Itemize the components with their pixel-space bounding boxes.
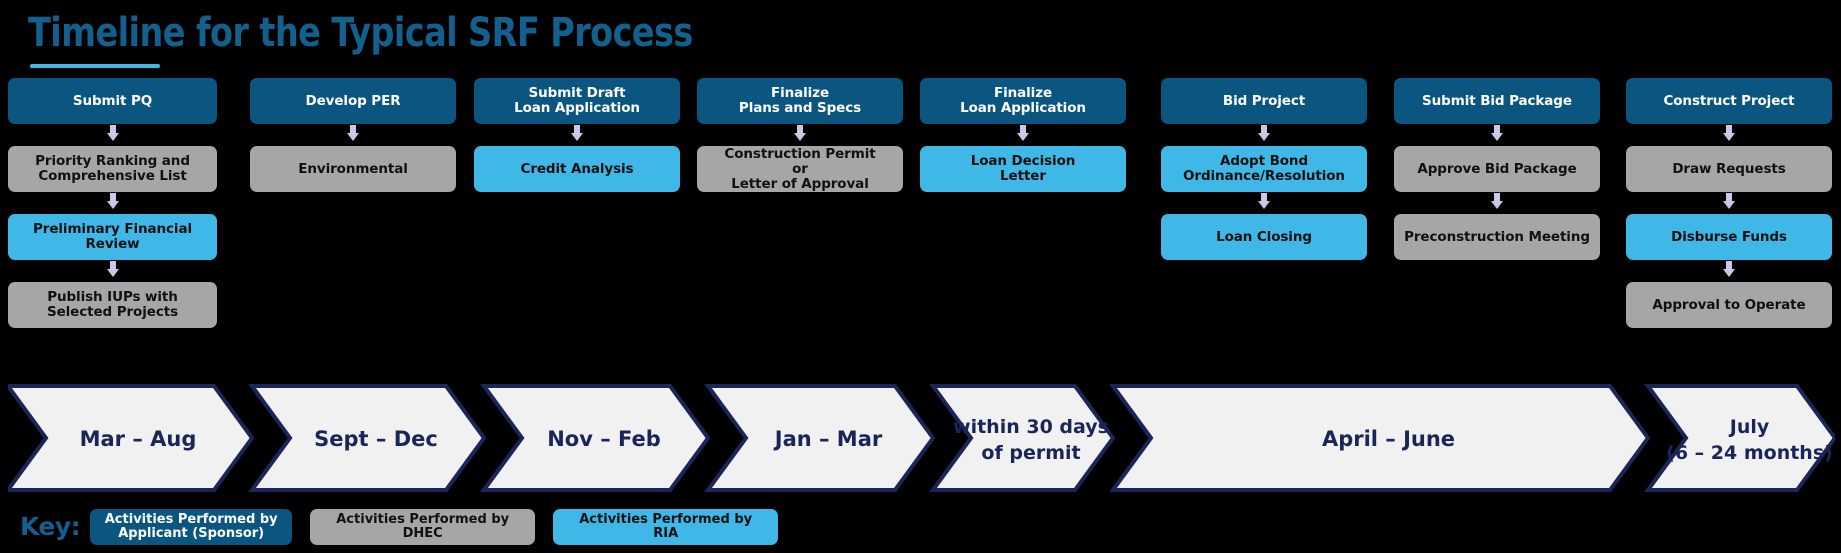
process-node-label: Loan Closing bbox=[1216, 228, 1312, 245]
process-node[interactable]: Credit Analysis bbox=[474, 146, 680, 192]
process-node[interactable]: Disburse Funds bbox=[1626, 214, 1832, 260]
process-node[interactable]: Preconstruction Meeting bbox=[1394, 214, 1600, 260]
process-node-label: Environmental bbox=[298, 160, 408, 177]
arrow-down-icon bbox=[250, 124, 456, 146]
key-chip-label: Activities Performed by DHEC bbox=[336, 511, 510, 541]
timeline-chevron-bar: Mar – Aug Sept – Dec Nov – Feb Jan – Mar wit… bbox=[8, 383, 1835, 493]
process-node-label: Preliminary Financial Review bbox=[33, 221, 192, 252]
key-label: Key: bbox=[20, 512, 81, 541]
flow-column: Submit Draft Loan Application Credit Analy… bbox=[474, 78, 680, 192]
process-node-label: Approve Bid Package bbox=[1417, 160, 1577, 177]
process-node-label: Preconstruction Meeting bbox=[1404, 228, 1590, 245]
timeline-segment[interactable] bbox=[929, 384, 1116, 492]
process-node[interactable]: Finalize Loan Application bbox=[920, 78, 1126, 124]
process-node[interactable]: Construct Project bbox=[1626, 78, 1832, 124]
process-node-label: Adopt Bond Ordinance/Resolution bbox=[1183, 153, 1345, 184]
key-chip-label: Activities Performed by Applicant (Sponso… bbox=[104, 511, 278, 541]
arrow-down-icon bbox=[1626, 124, 1832, 146]
timeline-segment-label: April – June bbox=[1322, 427, 1455, 451]
flow-column: Submit PQ Priority Ranking and Comprehens… bbox=[8, 78, 217, 328]
process-node[interactable]: Environmental bbox=[250, 146, 456, 192]
process-node-label: Bid Project bbox=[1222, 92, 1306, 109]
process-node-label: Priority Ranking and Comprehensive List bbox=[35, 153, 190, 184]
process-node[interactable]: Publish IUPs with Selected Projects bbox=[8, 282, 217, 328]
process-node-label: Submit Draft Loan Application bbox=[514, 85, 640, 116]
title-underline bbox=[30, 64, 160, 68]
timeline-segment[interactable] bbox=[1644, 384, 1835, 492]
srf-timeline-infographic: Timeline for the Typical SRF Process Sub… bbox=[0, 0, 1841, 553]
arrow-down-icon bbox=[697, 124, 903, 146]
arrow-down-icon bbox=[1394, 192, 1600, 214]
process-node-label: Construct Project bbox=[1663, 92, 1795, 109]
process-node[interactable]: Bid Project bbox=[1161, 78, 1367, 124]
process-node-label: Disburse Funds bbox=[1671, 228, 1787, 245]
process-node-label: Draw Requests bbox=[1672, 160, 1786, 177]
process-node-label: Submit PQ bbox=[72, 92, 153, 109]
flow-column: Bid Project Adopt Bond Ordinance/Resolutio… bbox=[1161, 78, 1367, 260]
process-node-label: Construction Permit or Letter of Approval bbox=[724, 145, 876, 192]
process-node[interactable]: Submit Bid Package bbox=[1394, 78, 1600, 124]
flow-column: Construct Project Draw Requests Disburse F… bbox=[1626, 78, 1832, 328]
flow-column: Submit Bid Package Approve Bid Package Pre… bbox=[1394, 78, 1600, 260]
process-node-label: Loan Decision Letter bbox=[970, 153, 1076, 184]
key-chip[interactable]: Activities Performed by Applicant (Sponso… bbox=[90, 509, 293, 545]
key-chip-label: Activities Performed by RIA bbox=[579, 511, 753, 541]
arrow-down-icon bbox=[920, 124, 1126, 146]
process-node[interactable]: Loan Decision Letter bbox=[920, 146, 1126, 192]
page-title: Timeline for the Typical SRF Process bbox=[28, 10, 693, 56]
process-node[interactable]: Draw Requests bbox=[1626, 146, 1832, 192]
process-node-label: Submit Bid Package bbox=[1422, 92, 1572, 109]
process-node-label: Develop PER bbox=[305, 92, 401, 109]
process-node[interactable]: Develop PER bbox=[250, 78, 456, 124]
process-node[interactable]: Construction Permit or Letter of Approval bbox=[697, 146, 903, 192]
flow-column: Finalize Plans and Specs Construction Perm… bbox=[697, 78, 903, 192]
process-node[interactable]: Approval to Operate bbox=[1626, 282, 1832, 328]
process-node-label: Credit Analysis bbox=[520, 160, 634, 177]
process-node[interactable]: Adopt Bond Ordinance/Resolution bbox=[1161, 146, 1367, 192]
process-node-label: Finalize Loan Application bbox=[960, 85, 1086, 116]
timeline-segment-label: Sept – Dec bbox=[314, 427, 438, 451]
flow-column: Develop PER Environmental bbox=[250, 78, 456, 192]
arrow-down-icon bbox=[1626, 192, 1832, 214]
timeline-segment-label: Mar – Aug bbox=[80, 427, 197, 451]
arrow-down-icon bbox=[1626, 260, 1832, 282]
arrow-down-icon bbox=[8, 124, 217, 146]
process-node-label: Approval to Operate bbox=[1652, 296, 1806, 313]
arrow-down-icon bbox=[1394, 124, 1600, 146]
flow-column: Finalize Loan Application Loan Decision Let… bbox=[920, 78, 1126, 192]
arrow-down-icon bbox=[8, 260, 217, 282]
process-node[interactable]: Priority Ranking and Comprehensive List bbox=[8, 146, 217, 192]
arrow-down-icon bbox=[1161, 124, 1367, 146]
process-flow: Submit PQ Priority Ranking and Comprehens… bbox=[0, 78, 1841, 368]
process-node[interactable]: Submit PQ bbox=[8, 78, 217, 124]
arrow-down-icon bbox=[8, 192, 217, 214]
key-chip[interactable]: Activities Performed by RIA bbox=[553, 509, 779, 545]
process-node[interactable]: Finalize Plans and Specs bbox=[697, 78, 903, 124]
key-chip[interactable]: Activities Performed by DHEC bbox=[310, 509, 536, 545]
arrow-down-icon bbox=[1161, 192, 1367, 214]
process-node[interactable]: Loan Closing bbox=[1161, 214, 1367, 260]
legend-key: Key: Activities Performed by Applicant (S… bbox=[20, 508, 796, 546]
arrow-down-icon bbox=[474, 124, 680, 146]
timeline-segment-label: Jan – Mar bbox=[773, 427, 883, 451]
key-chip-list: Activities Performed by Applicant (Sponso… bbox=[90, 509, 796, 545]
process-node-label: Finalize Plans and Specs bbox=[738, 85, 862, 116]
title-block: Timeline for the Typical SRF Process bbox=[28, 8, 928, 70]
process-node[interactable]: Submit Draft Loan Application bbox=[474, 78, 680, 124]
timeline-chevron-svg: Mar – Aug Sept – Dec Nov – Feb Jan – Mar wit… bbox=[8, 384, 1835, 492]
process-node-label: Publish IUPs with Selected Projects bbox=[46, 289, 179, 320]
process-node[interactable]: Preliminary Financial Review bbox=[8, 214, 217, 260]
timeline-segment-label: Nov – Feb bbox=[547, 427, 661, 451]
process-node[interactable]: Approve Bid Package bbox=[1394, 146, 1600, 192]
